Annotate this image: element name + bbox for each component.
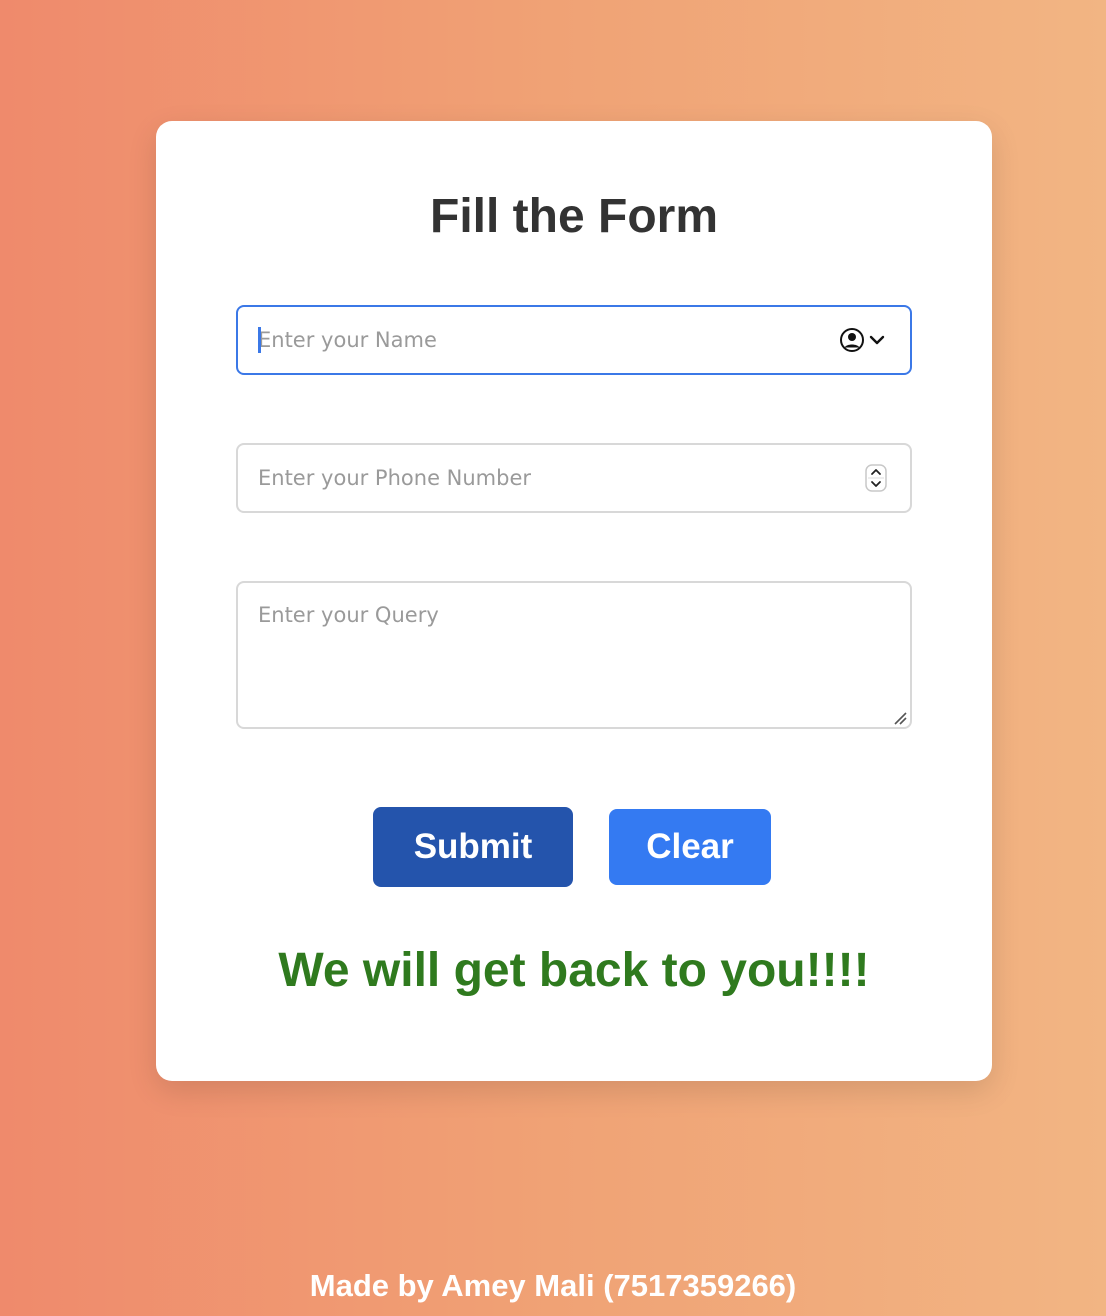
resize-handle-icon[interactable] bbox=[893, 711, 907, 725]
text-cursor bbox=[258, 327, 261, 353]
footer-credit: Made by Amey Mali (7517359266) bbox=[309, 1268, 797, 1303]
submit-button[interactable]: Submit bbox=[373, 807, 573, 887]
phone-input[interactable] bbox=[236, 443, 912, 513]
name-input[interactable] bbox=[236, 305, 912, 375]
query-textarea[interactable] bbox=[236, 581, 912, 729]
form-card: Fill the Form Submit Clear We will get b… bbox=[156, 121, 992, 1081]
number-spinner-icon[interactable] bbox=[865, 464, 887, 492]
confirmation-message: We will get back to you!!!! bbox=[278, 944, 870, 997]
form-title: Fill the Form bbox=[430, 190, 718, 243]
contact-autofill-icon[interactable] bbox=[840, 327, 890, 353]
clear-button[interactable]: Clear bbox=[609, 809, 771, 885]
